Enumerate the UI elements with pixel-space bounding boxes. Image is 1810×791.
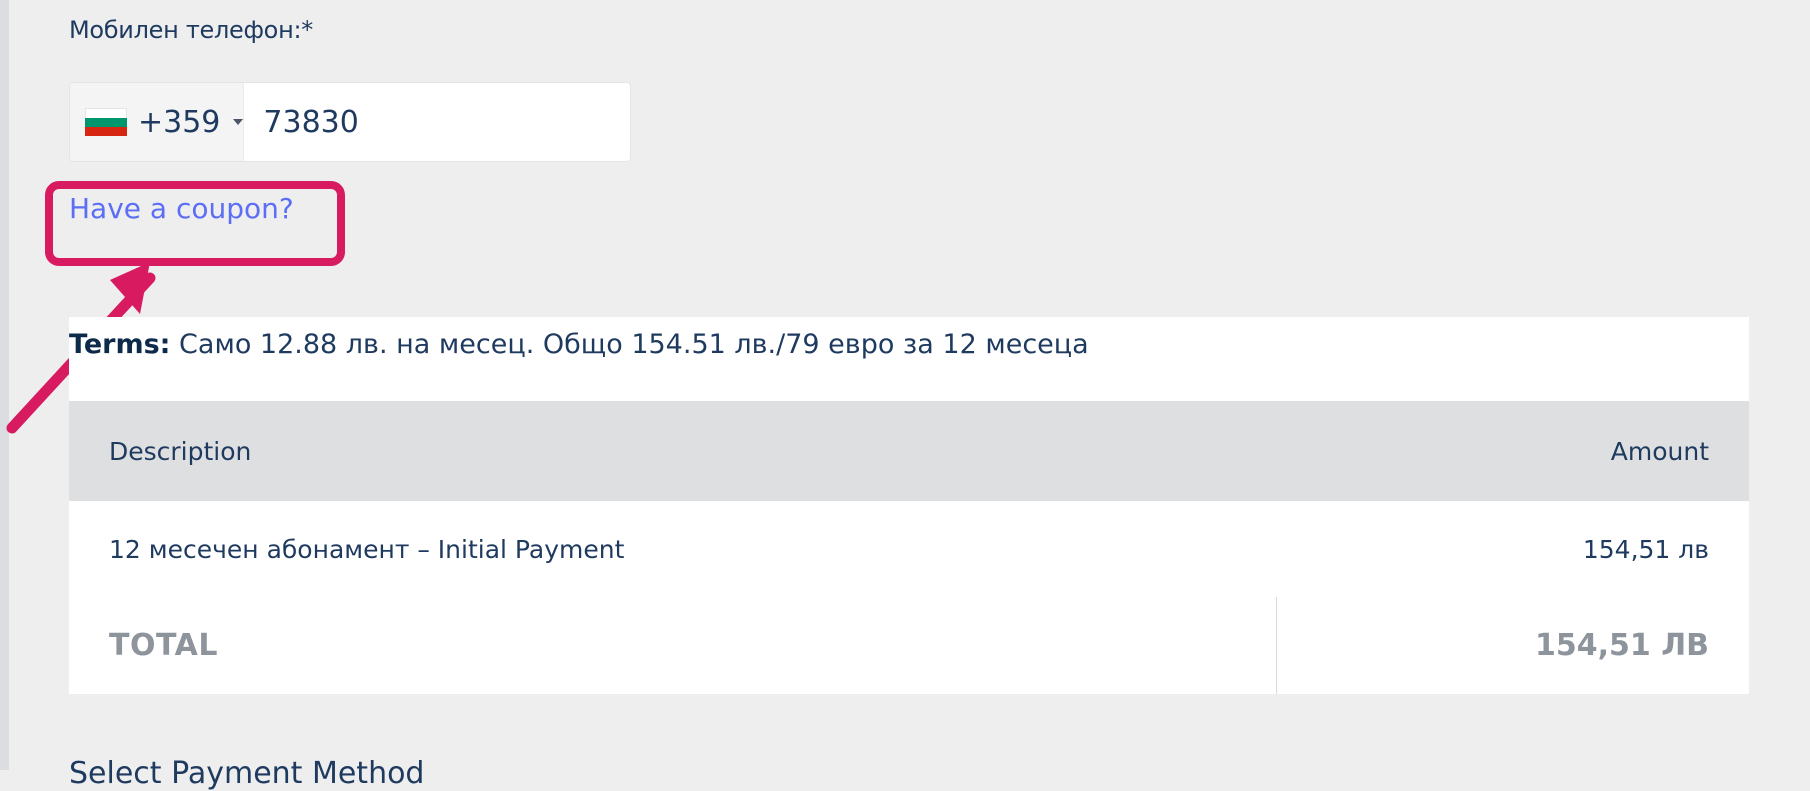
- country-dial-code: +359: [138, 104, 221, 140]
- phone-number-input[interactable]: [244, 83, 639, 161]
- terms-text: Terms: Само 12.88 лв. на месец. Общо 154…: [69, 329, 1749, 360]
- table-header: Description Amount: [69, 401, 1749, 501]
- terms-bar: Terms: Само 12.88 лв. на месец. Общо 154…: [69, 317, 1749, 401]
- total-value: 154,51 ЛВ: [1535, 628, 1709, 663]
- row-description: 12 месечен абонамент – Initial Payment: [109, 534, 625, 564]
- table-row: 12 месечен абонамент – Initial Payment 1…: [69, 501, 1749, 597]
- row-amount: 154,51 лв: [1582, 534, 1709, 564]
- bulgaria-flag-icon: [85, 108, 127, 136]
- phone-field-label: Мобилен телефон:*: [69, 16, 313, 44]
- terms-label: Terms:: [69, 329, 171, 360]
- order-summary-table: Description Amount 12 месечен абонамент …: [69, 401, 1749, 694]
- total-label: TOTAL: [69, 597, 1277, 694]
- country-code-dropdown[interactable]: +359: [70, 83, 245, 161]
- phone-field: +359: [69, 82, 639, 162]
- column-header-description: Description: [109, 436, 252, 466]
- terms-description: Само 12.88 лв. на месец. Общо 154.51 лв.…: [170, 329, 1089, 360]
- caret-down-icon: [233, 119, 244, 125]
- table-total-row: TOTAL 154,51 ЛВ: [69, 597, 1749, 694]
- payment-method-heading: Select Payment Method: [69, 756, 425, 791]
- column-header-amount: Amount: [1610, 436, 1709, 466]
